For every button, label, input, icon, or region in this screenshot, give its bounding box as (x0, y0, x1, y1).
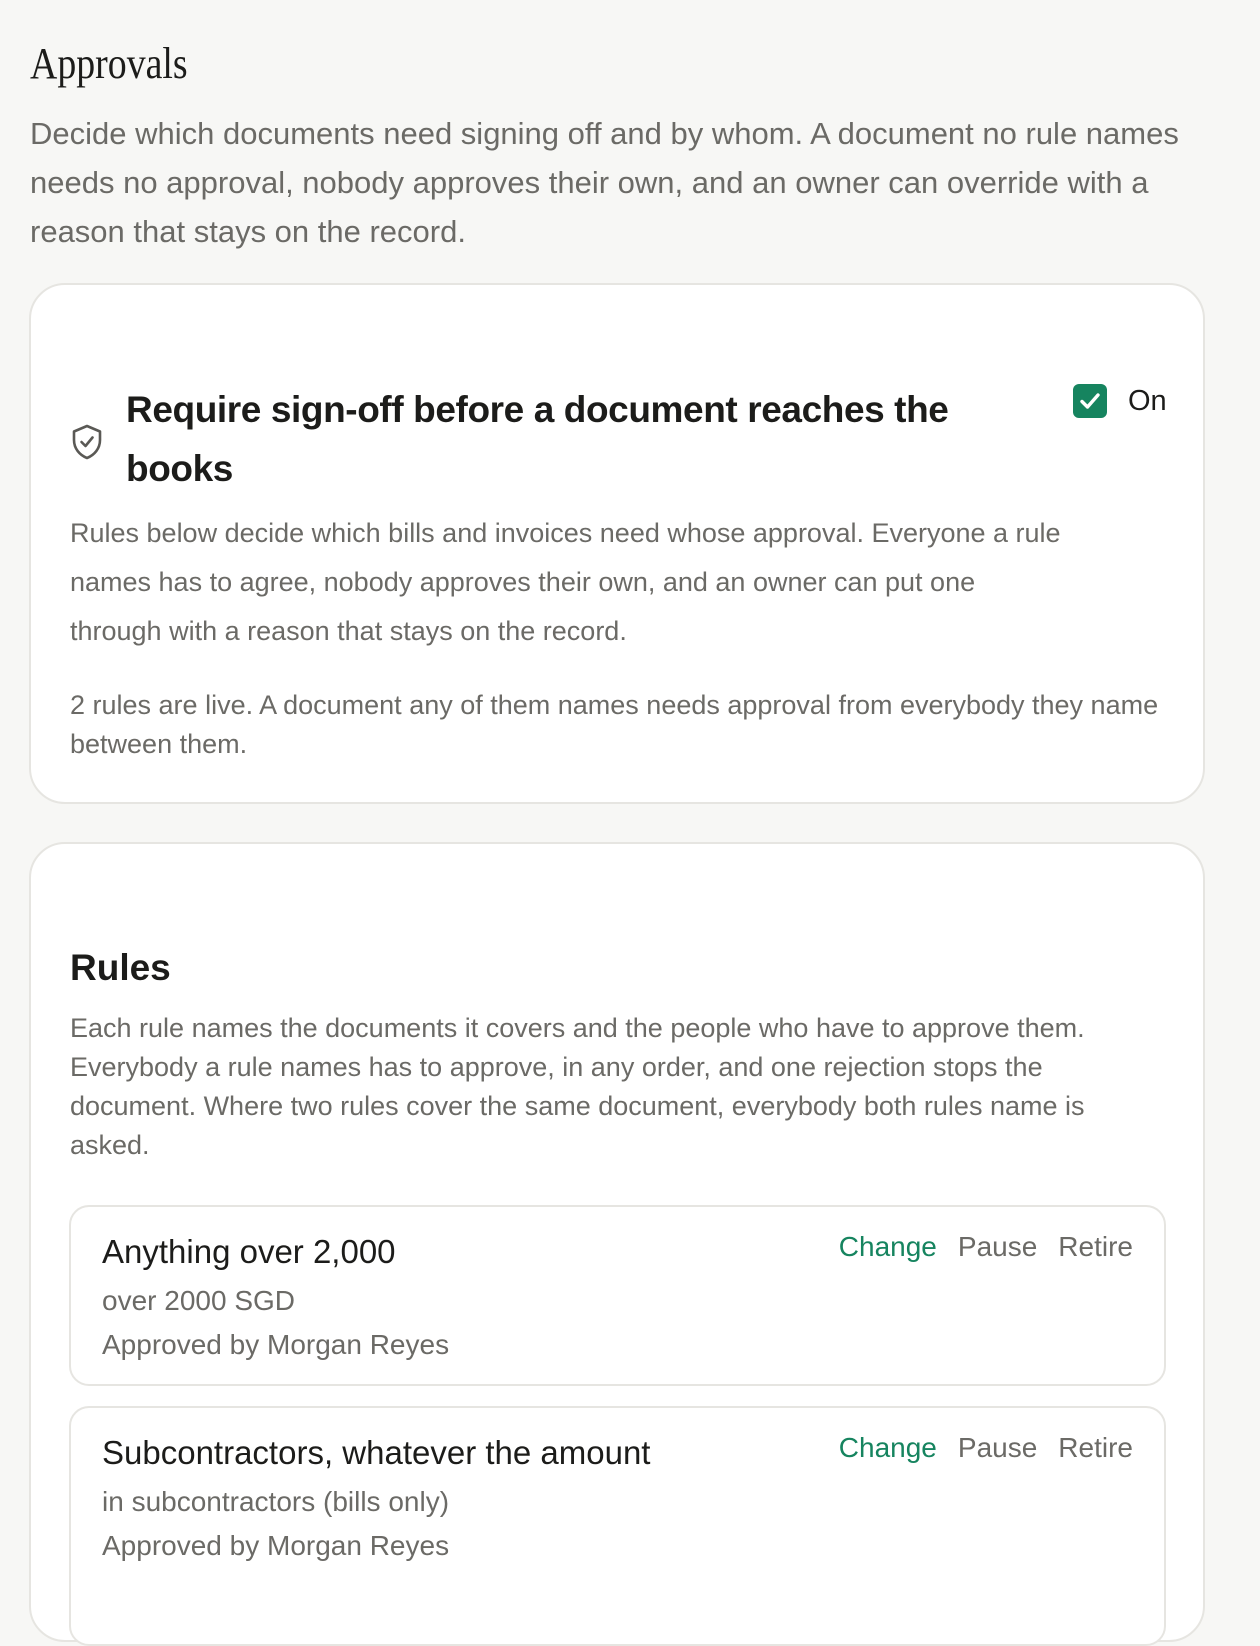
page-intro: Decide which documents need signing off … (30, 116, 1179, 249)
rule-title: Subcontractors, whatever the amount (102, 1434, 651, 1471)
rule-card: Subcontractors, whatever the amount in s… (69, 1406, 1166, 1646)
rules-description: Each rule names the documents it covers … (70, 1013, 1085, 1160)
rules-heading: Rules (70, 947, 171, 988)
rule-card: Anything over 2,000 over 2000 SGD Approv… (69, 1205, 1166, 1386)
change-button[interactable]: Change (839, 1228, 937, 1266)
checkmark-icon (1080, 393, 1100, 409)
pause-button[interactable]: Pause (958, 1429, 1037, 1467)
rule-actions: Change Pause Retire (839, 1429, 1133, 1467)
rule-scope: over 2000 SGD (102, 1285, 295, 1316)
rule-approver: Approved by Morgan Reyes (102, 1329, 450, 1360)
rule-approver: Approved by Morgan Reyes (102, 1530, 450, 1561)
retire-button[interactable]: Retire (1058, 1429, 1133, 1467)
rule-actions: Change Pause Retire (839, 1228, 1133, 1266)
page-title: Approvals (30, 39, 188, 88)
signoff-toggle-checkbox[interactable] (1073, 384, 1107, 418)
change-button[interactable]: Change (839, 1429, 937, 1467)
approvals-page: Approvals Decide which documents need si… (0, 0, 1260, 1646)
pause-button[interactable]: Pause (958, 1228, 1037, 1266)
signoff-description: Rules below decide which bills and invoi… (70, 518, 1061, 646)
shield-check-icon (72, 424, 102, 460)
rule-scope: in subcontractors (bills only) (102, 1486, 450, 1517)
rule-title: Anything over 2,000 (102, 1233, 396, 1270)
signoff-heading: Require sign-off before a document reach… (126, 389, 949, 489)
signoff-status: 2 rules are live. A document any of them… (70, 690, 1159, 759)
retire-button[interactable]: Retire (1058, 1228, 1133, 1266)
signoff-toggle-label[interactable]: On (1128, 383, 1167, 419)
